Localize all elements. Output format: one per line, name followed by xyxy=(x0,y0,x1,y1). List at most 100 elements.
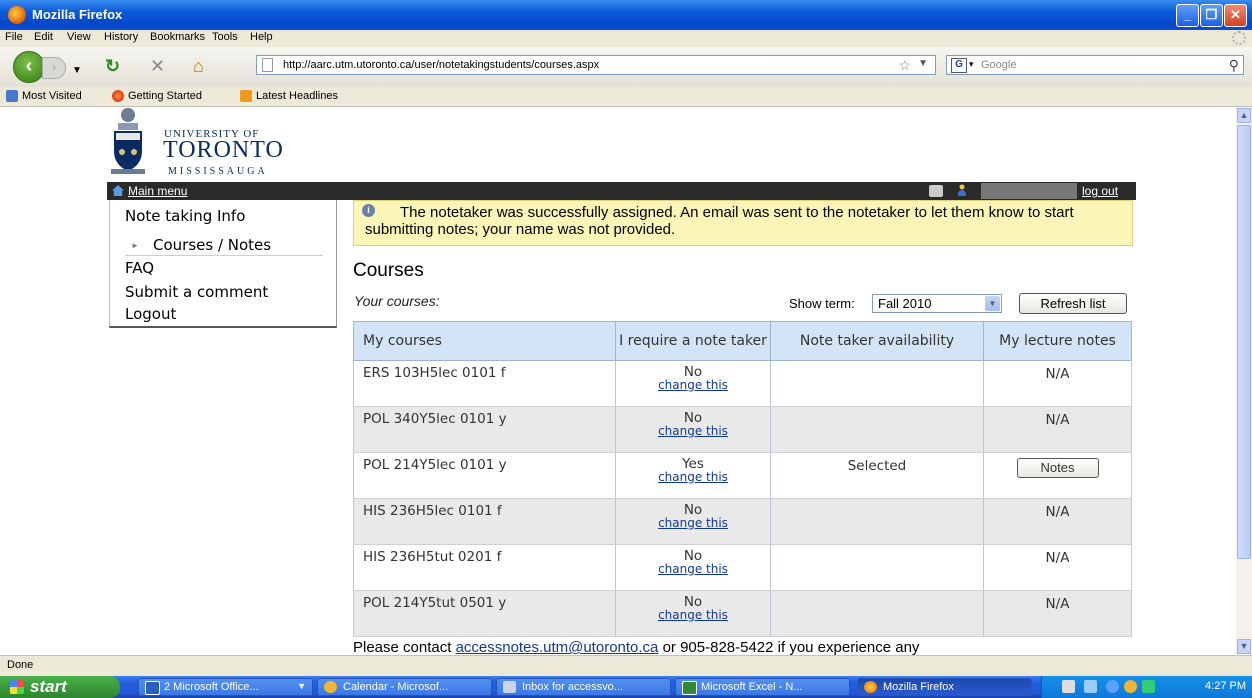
show-term-label: Show term: xyxy=(789,296,855,311)
task-label: 2 Microsoft Office... xyxy=(164,681,259,693)
header-require-note-taker: I require a note taker xyxy=(615,321,771,361)
top-nav-bar: Main menu log out xyxy=(107,182,1136,200)
menu-history[interactable]: History xyxy=(104,31,138,43)
course-code: POL 214Y5lec 0101 y xyxy=(353,452,616,499)
task-label: Calendar - Microsof... xyxy=(343,681,449,693)
google-engine-icon[interactable]: G xyxy=(951,58,967,73)
taskbar-item-firefox[interactable]: Mozilla Firefox xyxy=(857,678,1032,696)
vertical-scrollbar[interactable]: ▲ ▼ xyxy=(1236,107,1252,655)
scroll-down-icon[interactable]: ▼ xyxy=(1237,639,1251,654)
change-this-link[interactable]: change this xyxy=(616,471,770,484)
term-select[interactable]: Fall 2010 ▼ xyxy=(872,294,1002,313)
sync-icon[interactable] xyxy=(1106,680,1119,693)
menu-file[interactable]: File xyxy=(5,31,23,43)
back-button[interactable]: ‹ xyxy=(13,51,45,83)
header-my-courses: My courses xyxy=(353,321,616,361)
engine-dropdown-icon[interactable]: ▾ xyxy=(969,59,974,70)
scrollbar-thumb[interactable] xyxy=(1237,125,1251,559)
course-code: HIS 236H5lec 0101 f xyxy=(353,498,616,545)
chevron-down-icon[interactable]: ▼ xyxy=(985,296,1000,311)
menu-bookmarks[interactable]: Bookmarks xyxy=(150,31,205,43)
course-code: POL 340Y5lec 0101 y xyxy=(353,406,616,453)
minimize-button[interactable]: _ xyxy=(1176,4,1199,27)
bookmark-getting-started[interactable]: Getting Started xyxy=(128,90,202,102)
start-label: start xyxy=(30,677,67,696)
logo-toronto: TORONTO xyxy=(163,137,284,163)
sidebar-item-faq[interactable]: FAQ xyxy=(125,259,154,277)
stop-icon[interactable]: ✕ xyxy=(150,57,165,75)
rss-feed-icon xyxy=(240,90,252,102)
page-title: Courses xyxy=(353,260,424,281)
change-this-link[interactable]: change this xyxy=(616,425,770,438)
sidebar-item-note-taking-info[interactable]: Note taking Info xyxy=(125,207,245,225)
bookmark-star-icon[interactable]: ☆ xyxy=(898,57,911,74)
availability-cell xyxy=(770,498,984,545)
outlook-icon xyxy=(324,681,337,693)
system-tray: 4:27 PM xyxy=(1041,676,1252,698)
menu-help[interactable]: Help xyxy=(250,31,273,43)
user-icon xyxy=(958,184,966,196)
start-button[interactable]: start xyxy=(0,676,120,698)
table-row: POL 214Y5tut 0501 y No change this N/A xyxy=(353,590,1132,637)
course-code: POL 214Y5tut 0501 y xyxy=(353,590,616,637)
status-bar: Done xyxy=(0,655,1252,677)
close-button[interactable]: ✕ xyxy=(1224,4,1247,27)
search-bar[interactable]: G ▾ Google ⚲ xyxy=(946,55,1244,75)
alert-message: The notetaker was successfully assigned.… xyxy=(365,204,1074,238)
taskbar-item-excel[interactable]: Microsoft Excel - N... xyxy=(675,678,850,696)
task-label: Inbox for accessvo... xyxy=(522,681,623,693)
help-icon[interactable] xyxy=(1062,680,1075,693)
refresh-list-button[interactable]: Refresh list xyxy=(1019,293,1127,314)
lecture-notes-cell: N/A xyxy=(983,360,1132,407)
outlook-tray-icon[interactable] xyxy=(1124,680,1137,693)
home-icon xyxy=(112,185,124,196)
table-row: HIS 236H5tut 0201 f No change this N/A xyxy=(353,544,1132,591)
printer-icon[interactable] xyxy=(929,185,943,197)
change-this-link[interactable]: change this xyxy=(616,563,770,576)
menu-view[interactable]: View xyxy=(67,31,91,43)
home-icon[interactable]: ⌂ xyxy=(193,57,204,75)
page-icon xyxy=(262,58,273,72)
sidebar-item-submit-comment[interactable]: Submit a comment xyxy=(125,283,268,301)
clock: 4:27 PM xyxy=(1205,680,1246,692)
navigation-toolbar: ‹ › ▼ ↻ ✕ ⌂ http://aarc.utm.utoronto.ca/… xyxy=(0,47,1252,87)
change-this-link[interactable]: change this xyxy=(616,379,770,392)
search-icon[interactable]: ⚲ xyxy=(1229,57,1239,74)
taskbar-item-office[interactable]: 2 Microsoft Office... ▼ xyxy=(138,678,313,696)
history-dropdown-icon[interactable]: ▼ xyxy=(72,62,82,80)
volume-icon[interactable] xyxy=(1142,680,1155,693)
menu-edit[interactable]: Edit xyxy=(34,31,53,43)
notes-button[interactable]: Notes xyxy=(1016,458,1099,478)
bookmark-most-visited[interactable]: Most Visited xyxy=(22,90,82,102)
footer-post-text: or 905-828-5422 if you experience any xyxy=(658,639,920,655)
main-menu-link[interactable]: Main menu xyxy=(128,184,187,198)
sidebar-item-courses-notes[interactable]: ► Courses / Notes xyxy=(125,236,323,256)
require-cell: No change this xyxy=(615,498,771,545)
term-select-value: Fall 2010 xyxy=(878,296,932,311)
lecture-notes-cell: Notes xyxy=(983,452,1132,499)
redacted-username xyxy=(981,183,1077,199)
reload-icon[interactable]: ↻ xyxy=(105,57,120,75)
contact-email-link[interactable]: accessnotes.utm@utoronto.ca xyxy=(456,639,659,655)
lecture-notes-cell: N/A xyxy=(983,590,1132,637)
taskbar-item-calendar[interactable]: Calendar - Microsof... xyxy=(317,678,492,696)
address-bar[interactable]: http://aarc.utm.utoronto.ca/user/notetak… xyxy=(256,55,936,75)
logout-link[interactable]: log out xyxy=(1082,184,1118,198)
require-cell: No change this xyxy=(615,544,771,591)
scroll-up-icon[interactable]: ▲ xyxy=(1237,108,1251,123)
change-this-link[interactable]: change this xyxy=(616,517,770,530)
forward-button[interactable]: › xyxy=(42,57,66,79)
require-cell: No change this xyxy=(615,360,771,407)
availability-cell xyxy=(770,360,984,407)
change-this-link[interactable]: change this xyxy=(616,609,770,622)
bookmark-latest-headlines[interactable]: Latest Headlines xyxy=(256,90,338,102)
maximize-button[interactable]: ❐ xyxy=(1200,4,1223,27)
search-placeholder: Google xyxy=(981,59,1017,71)
table-row: POL 340Y5lec 0101 y No change this N/A xyxy=(353,406,1132,453)
taskbar-item-inbox[interactable]: Inbox for accessvo... xyxy=(496,678,671,696)
windows-taskbar: start 2 Microsoft Office... ▼ Calendar -… xyxy=(0,676,1252,698)
network-icon[interactable] xyxy=(1084,680,1097,693)
sidebar-item-logout[interactable]: Logout xyxy=(125,305,176,323)
url-dropdown-icon[interactable]: ▼ xyxy=(918,58,928,69)
menu-tools[interactable]: Tools xyxy=(212,31,238,43)
